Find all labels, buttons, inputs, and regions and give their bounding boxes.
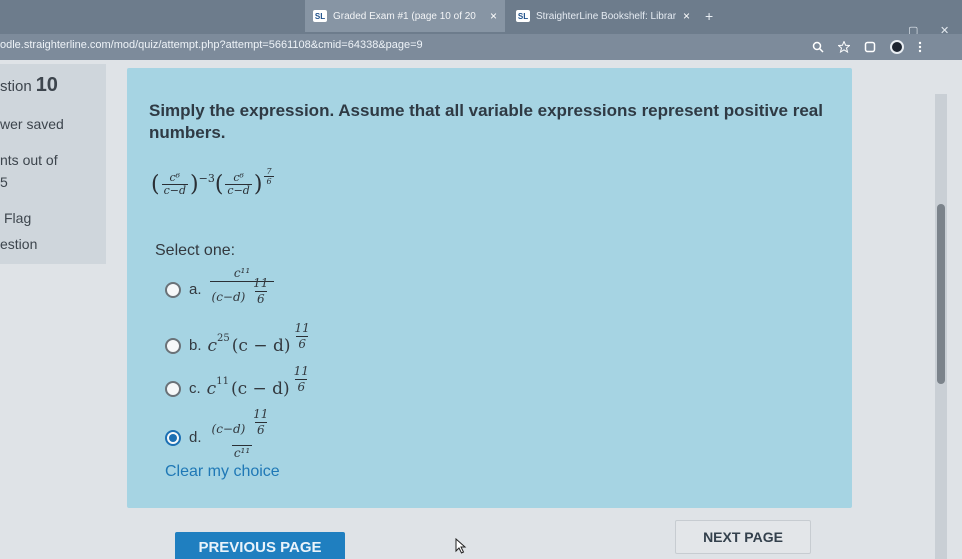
- tab-title: Graded Exam #1 (page 10 of 20: [333, 10, 476, 22]
- exponent-numerator: 11: [294, 321, 310, 335]
- option-denominator-exponent: 11 6: [251, 276, 270, 307]
- option-numerator: (c−d) 11 6: [210, 407, 275, 445]
- radio-option-d[interactable]: [165, 429, 181, 446]
- fraction-denominator: c−d: [225, 184, 252, 197]
- flag-question-button[interactable]: Flag: [4, 210, 31, 226]
- answer-status: wer saved: [0, 116, 64, 132]
- exponent-denominator: 6: [295, 379, 308, 394]
- marks-label: nts out of: [0, 152, 58, 168]
- fraction-denominator: c−d: [161, 184, 189, 197]
- open-paren: (: [151, 171, 160, 197]
- profile-avatar-icon[interactable]: [890, 40, 904, 54]
- option-letter: c.: [189, 380, 201, 397]
- option-numerator: c¹¹: [233, 266, 251, 280]
- page-scrollbar[interactable]: [935, 94, 947, 559]
- option-base: c: [206, 378, 217, 399]
- option-math: c 25 (c − d) 11 6: [207, 321, 314, 361]
- marks-value: 5: [0, 174, 8, 190]
- straighterline-favicon-icon: SL: [313, 10, 327, 22]
- exponent-numerator: 11: [253, 276, 269, 290]
- option-d[interactable]: d. (c−d) 11 6 c¹¹: [165, 407, 277, 461]
- radio-option-b[interactable]: [165, 337, 181, 354]
- tab-close-icon[interactable]: ×: [683, 9, 690, 23]
- exponent-numerator: 11: [253, 407, 269, 421]
- straighterline-favicon-icon: SL: [516, 10, 530, 22]
- option-paren: (c − d): [231, 335, 291, 356]
- previous-page-button[interactable]: PREVIOUS PAGE: [175, 532, 345, 559]
- option-exponent: 11 6: [293, 321, 312, 352]
- extension-icon[interactable]: [864, 41, 876, 53]
- close-paren: ): [253, 171, 263, 197]
- option-base: c: [207, 335, 218, 356]
- option-math: c 11 (c − d) 11 6: [206, 364, 313, 404]
- browser-tab-strip: SL Graded Exam #1 (page 10 of 20 × SL St…: [0, 0, 962, 37]
- option-letter: b.: [189, 337, 202, 354]
- tab-title: StraighterLine Bookshelf: Librar: [536, 10, 677, 22]
- question-label-text: stion: [0, 78, 32, 95]
- option-base-exponent: 25: [217, 333, 230, 344]
- option-math: c¹¹ (c−d) 11 6: [208, 266, 277, 313]
- question-info-panel: stion 10 wer saved nts out of 5 Flag esti…: [0, 64, 106, 264]
- radio-option-a[interactable]: [165, 281, 181, 298]
- option-c[interactable]: c. c 11 (c − d) 11 6: [165, 364, 313, 404]
- expression: ( c⁶ c−d ) −3 ( c⁶ c−d ) 7 6: [151, 167, 276, 197]
- option-base-exponent: 11: [216, 376, 229, 387]
- exponent-numerator: 7: [266, 167, 272, 176]
- zoom-icon[interactable]: [812, 41, 824, 53]
- exponent-fraction: 7 6: [264, 167, 274, 186]
- option-numerator-exponent: 11 6: [251, 407, 270, 438]
- open-paren: (: [214, 171, 224, 197]
- fraction-numerator: c⁶: [233, 171, 244, 184]
- option-fraction: c¹¹ (c−d) 11 6: [209, 266, 275, 313]
- exponent-denominator: 6: [296, 336, 308, 351]
- radio-option-c[interactable]: [165, 380, 181, 397]
- url-field[interactable]: odle.straighterline.com/mod/quiz/attempt…: [0, 39, 423, 51]
- option-b[interactable]: b. c 25 (c − d) 11 6: [165, 321, 314, 361]
- expression-fraction: c⁶ c−d: [161, 171, 189, 197]
- option-paren: (c − d): [230, 378, 290, 399]
- bookmark-star-icon[interactable]: [838, 41, 850, 53]
- tab-graded-exam[interactable]: SL Graded Exam #1 (page 10 of 20 ×: [305, 0, 505, 32]
- kebab-menu-icon[interactable]: [918, 41, 922, 53]
- address-bar: odle.straighterline.com/mod/quiz/attempt…: [0, 34, 962, 60]
- exponent-numerator: 11: [293, 364, 309, 378]
- exponent: −3: [198, 172, 215, 185]
- next-page-button[interactable]: NEXT PAGE: [675, 520, 811, 554]
- question-card: Simply the expression. Assume that all v…: [127, 68, 852, 508]
- question-label: stion 10: [0, 74, 58, 97]
- option-letter: d.: [189, 429, 202, 446]
- flag-question-label[interactable]: estion: [0, 236, 37, 252]
- option-fraction: (c−d) 11 6 c¹¹: [210, 407, 275, 461]
- quiz-page: stion 10 wer saved nts out of 5 Flag esti…: [0, 60, 962, 559]
- option-denominator: c¹¹: [231, 445, 253, 460]
- select-one-label: Select one:: [155, 242, 236, 259]
- expression-fraction: c⁶ c−d: [225, 171, 252, 197]
- tab-bookshelf[interactable]: SL StraighterLine Bookshelf: Librar ×: [508, 0, 698, 32]
- option-exponent: 11 6: [292, 364, 311, 395]
- new-tab-button[interactable]: +: [705, 8, 713, 24]
- option-denominator: (c−d) 11 6: [209, 276, 275, 313]
- question-number: 10: [35, 74, 58, 96]
- address-bar-icons: [812, 37, 922, 57]
- mouse-cursor-icon: [455, 538, 467, 554]
- option-letter: a.: [189, 281, 202, 298]
- exponent-denominator: 6: [254, 291, 267, 306]
- option-math: (c−d) 11 6 c¹¹: [208, 407, 277, 461]
- option-a[interactable]: a. c¹¹ (c−d) 11 6: [165, 266, 276, 313]
- exponent-denominator: 6: [254, 422, 267, 437]
- tab-close-icon[interactable]: ×: [490, 9, 497, 23]
- scrollbar-thumb[interactable]: [937, 204, 945, 384]
- option-numerator-base: (c−d): [211, 422, 246, 436]
- clear-choice-link[interactable]: Clear my choice: [165, 463, 280, 481]
- exponent-denominator: 6: [264, 176, 274, 186]
- option-denominator-base: (c−d): [211, 290, 246, 304]
- close-paren: ): [190, 171, 199, 197]
- question-prompt: Simply the expression. Assume that all v…: [149, 101, 823, 142]
- fraction-numerator: c⁶: [169, 171, 181, 184]
